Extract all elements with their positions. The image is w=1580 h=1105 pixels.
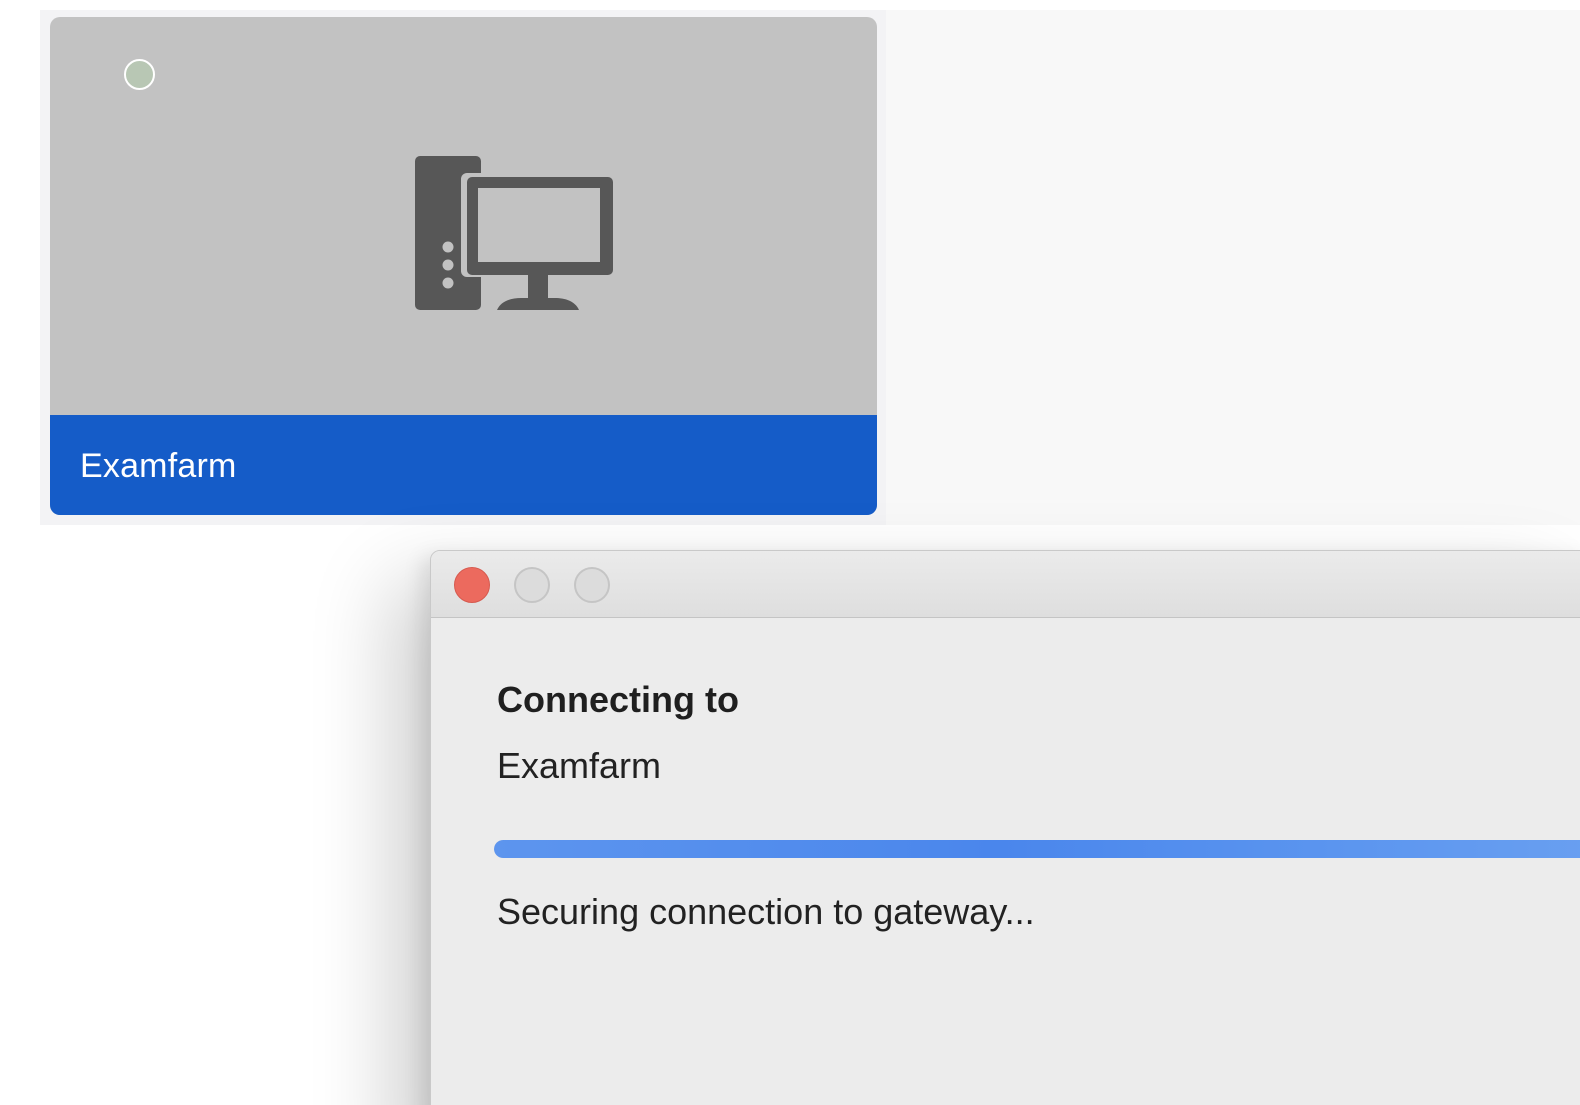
dialog-heading: Connecting to [497, 679, 739, 720]
status-indicator-icon [124, 59, 155, 90]
zoom-button [574, 567, 610, 603]
machine-name: Examfarm [80, 447, 237, 485]
machine-tile[interactable]: Examfarm [50, 17, 877, 515]
close-button[interactable] [454, 567, 490, 603]
progress-bar [494, 840, 1580, 858]
connection-dialog: Connecting to Examfarm Securing connecti… [430, 550, 1580, 1105]
dialog-titlebar[interactable] [431, 551, 1580, 618]
minimize-button [514, 567, 550, 603]
status-text: Securing connection to gateway... [497, 891, 1035, 932]
screen: Examfarm Connecting to Examfarm Securing… [0, 0, 1580, 1105]
app-content-area [886, 10, 1580, 525]
progress-fill [494, 840, 1580, 858]
desktop-computer-icon [415, 156, 613, 310]
connection-target: Examfarm [497, 745, 662, 786]
tile-footer: Examfarm [50, 415, 877, 515]
